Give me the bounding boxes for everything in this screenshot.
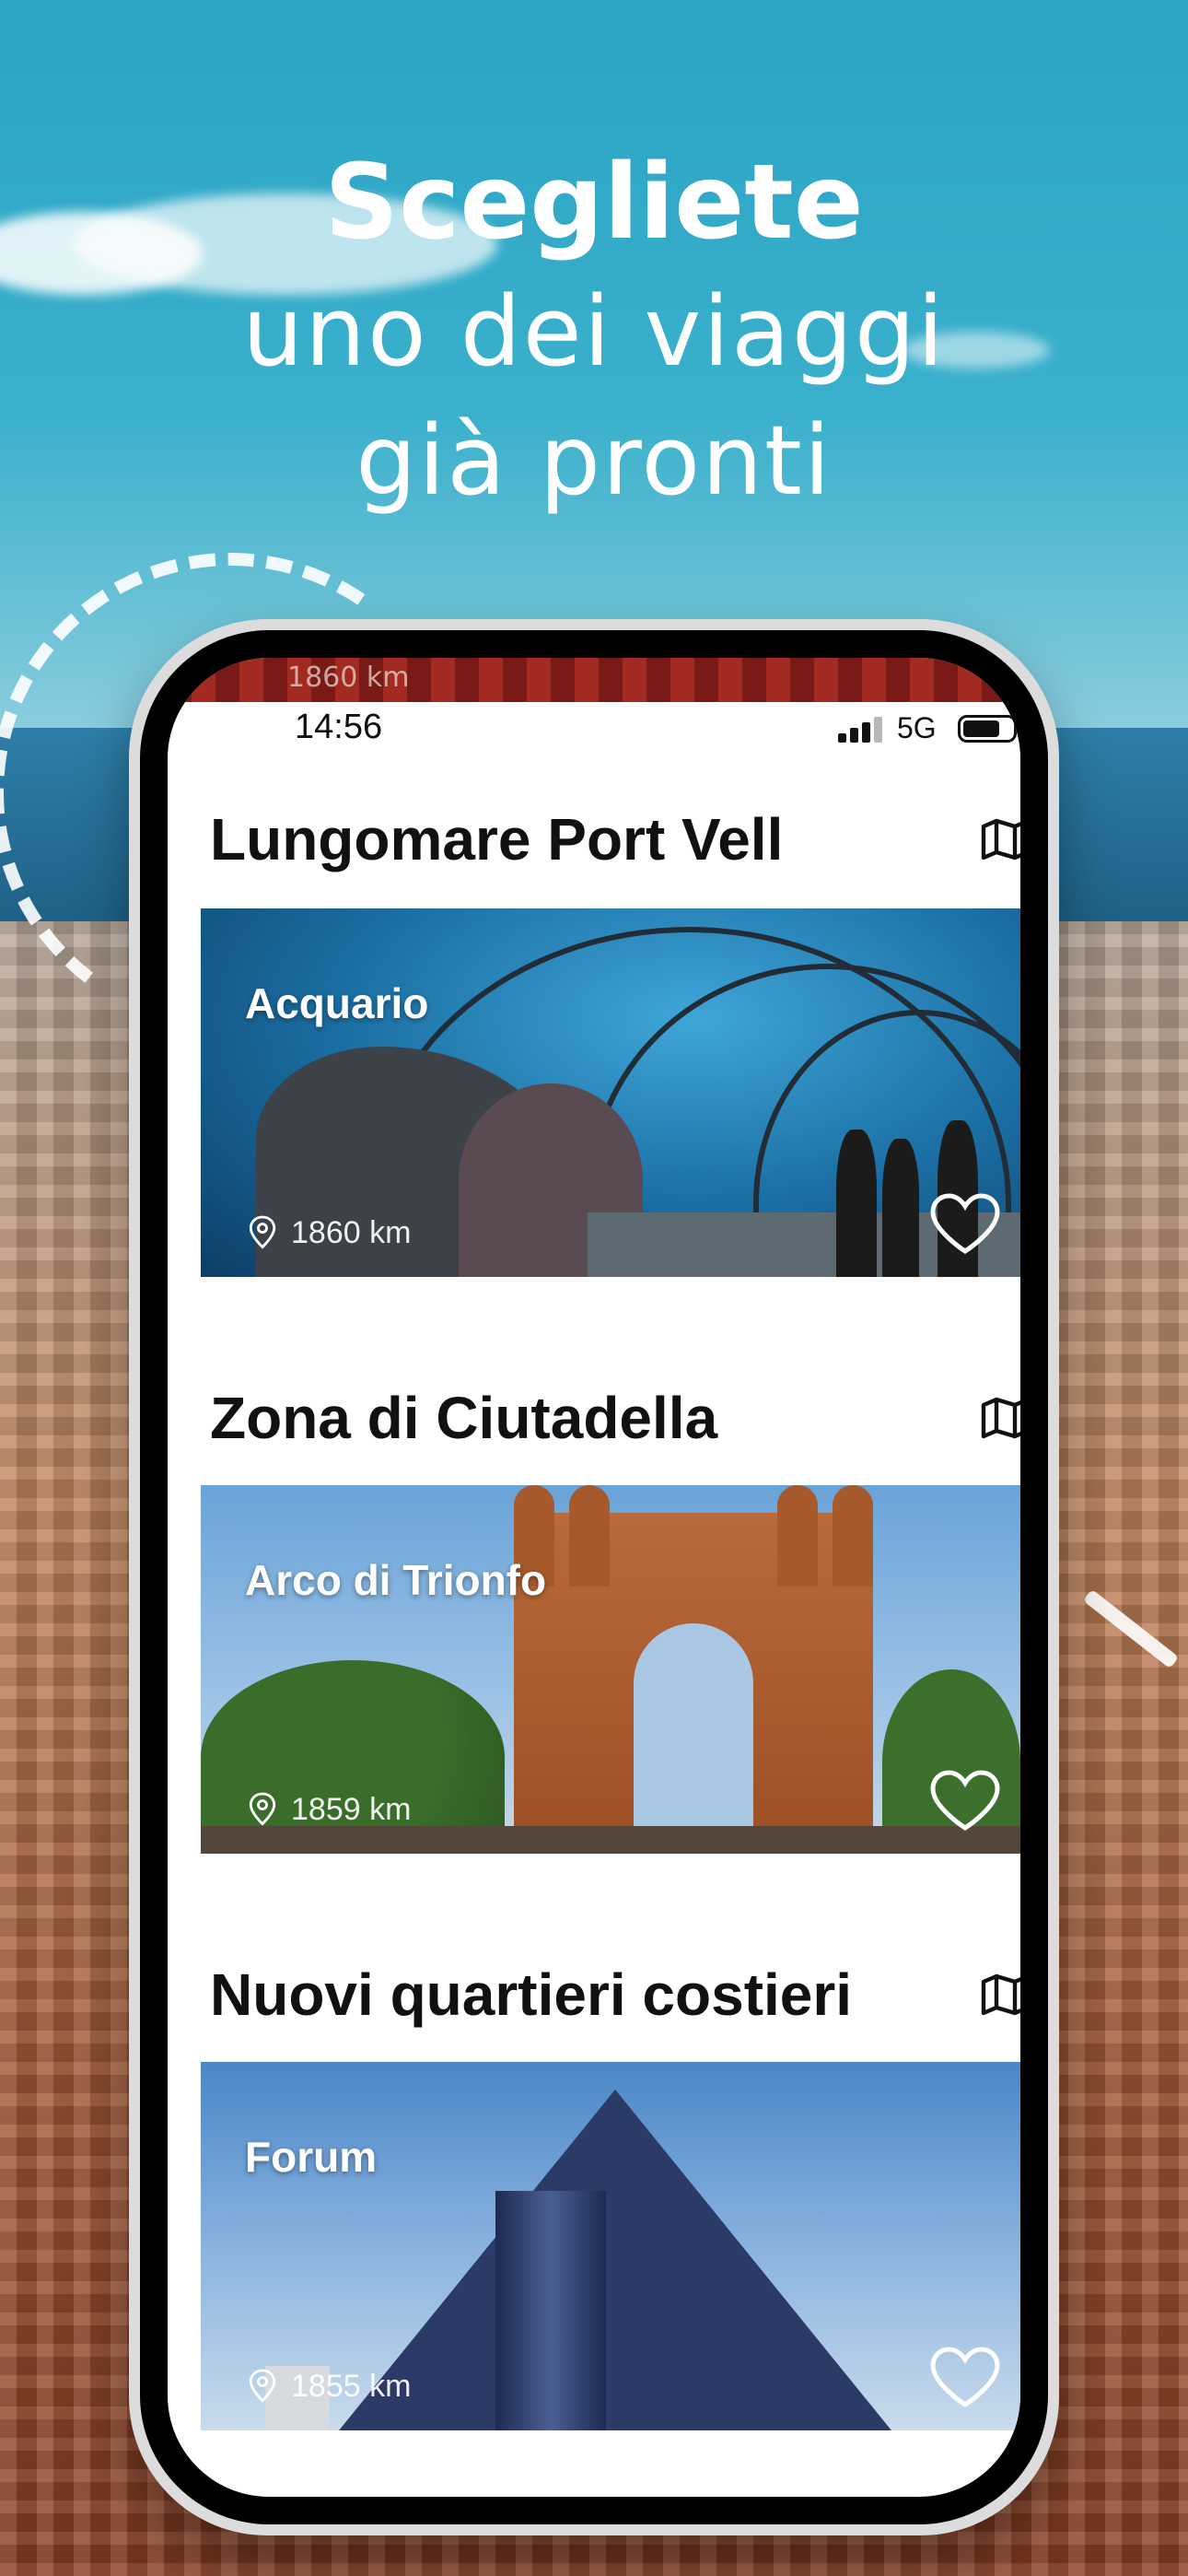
headline-line-2: uno dei viaggi	[242, 275, 946, 388]
location-pin-icon	[249, 1215, 276, 1249]
section-title-port-vell: Lungomare Port Vell	[210, 806, 784, 872]
battery-icon	[958, 715, 1017, 743]
signal-icon	[838, 715, 884, 743]
card-distance: 1859 km	[247, 1791, 411, 1828]
distance-value: 1859 km	[291, 1791, 412, 1827]
headline: Scegliete uno dei viaggi già pronti	[0, 138, 1188, 525]
trip-card-acquario[interactable]: Acquario 1860 km	[201, 908, 1020, 1277]
card-distance: 1855 km	[247, 2368, 411, 2405]
trip-card-arco-di-trionfo[interactable]: Arco di Trionfo 1859 km	[201, 1485, 1020, 1854]
heart-outline-icon[interactable]	[928, 1190, 1002, 1257]
card-label: Forum	[245, 2133, 378, 2181]
phone-bezel: 1860 km 14:56 5G Lungomare Port Vell Acq…	[140, 630, 1048, 2524]
status-bar: 14:56 5G	[168, 702, 1020, 757]
location-pin-icon	[249, 1792, 276, 1826]
distance-value: 1860 km	[291, 1214, 412, 1250]
heart-outline-icon[interactable]	[928, 1767, 1002, 1833]
card-label: Acquario	[245, 979, 429, 1027]
trip-card-forum[interactable]: Forum 1855 km	[201, 2062, 1020, 2430]
map-icon[interactable]	[980, 1395, 1020, 1441]
card-distance: 1860 km	[247, 1214, 411, 1251]
phone-mockup: 1860 km 14:56 5G Lungomare Port Vell Acq…	[129, 619, 1059, 2535]
map-icon[interactable]	[980, 1972, 1020, 2018]
network-label: 5G	[897, 711, 937, 744]
phone-screen: 1860 km 14:56 5G Lungomare Port Vell Acq…	[168, 658, 1020, 2497]
section-title-quartieri-costieri: Nuovi quartieri costieri	[210, 1961, 853, 2028]
card-label: Arco di Trionfo	[245, 1556, 547, 1604]
section-title-ciutadella: Zona di Ciutadella	[210, 1385, 718, 1451]
heart-outline-icon[interactable]	[928, 2344, 1002, 2410]
map-icon[interactable]	[980, 816, 1020, 862]
headline-line-1: Scegliete	[324, 143, 864, 263]
status-time: 14:56	[295, 708, 383, 746]
headline-line-3: già pronti	[355, 404, 833, 517]
location-pin-icon	[249, 2369, 276, 2403]
distance-value: 1855 km	[291, 2368, 412, 2404]
previous-card-peek: 1860 km	[168, 658, 1020, 702]
peek-distance: 1860 km	[287, 662, 410, 694]
